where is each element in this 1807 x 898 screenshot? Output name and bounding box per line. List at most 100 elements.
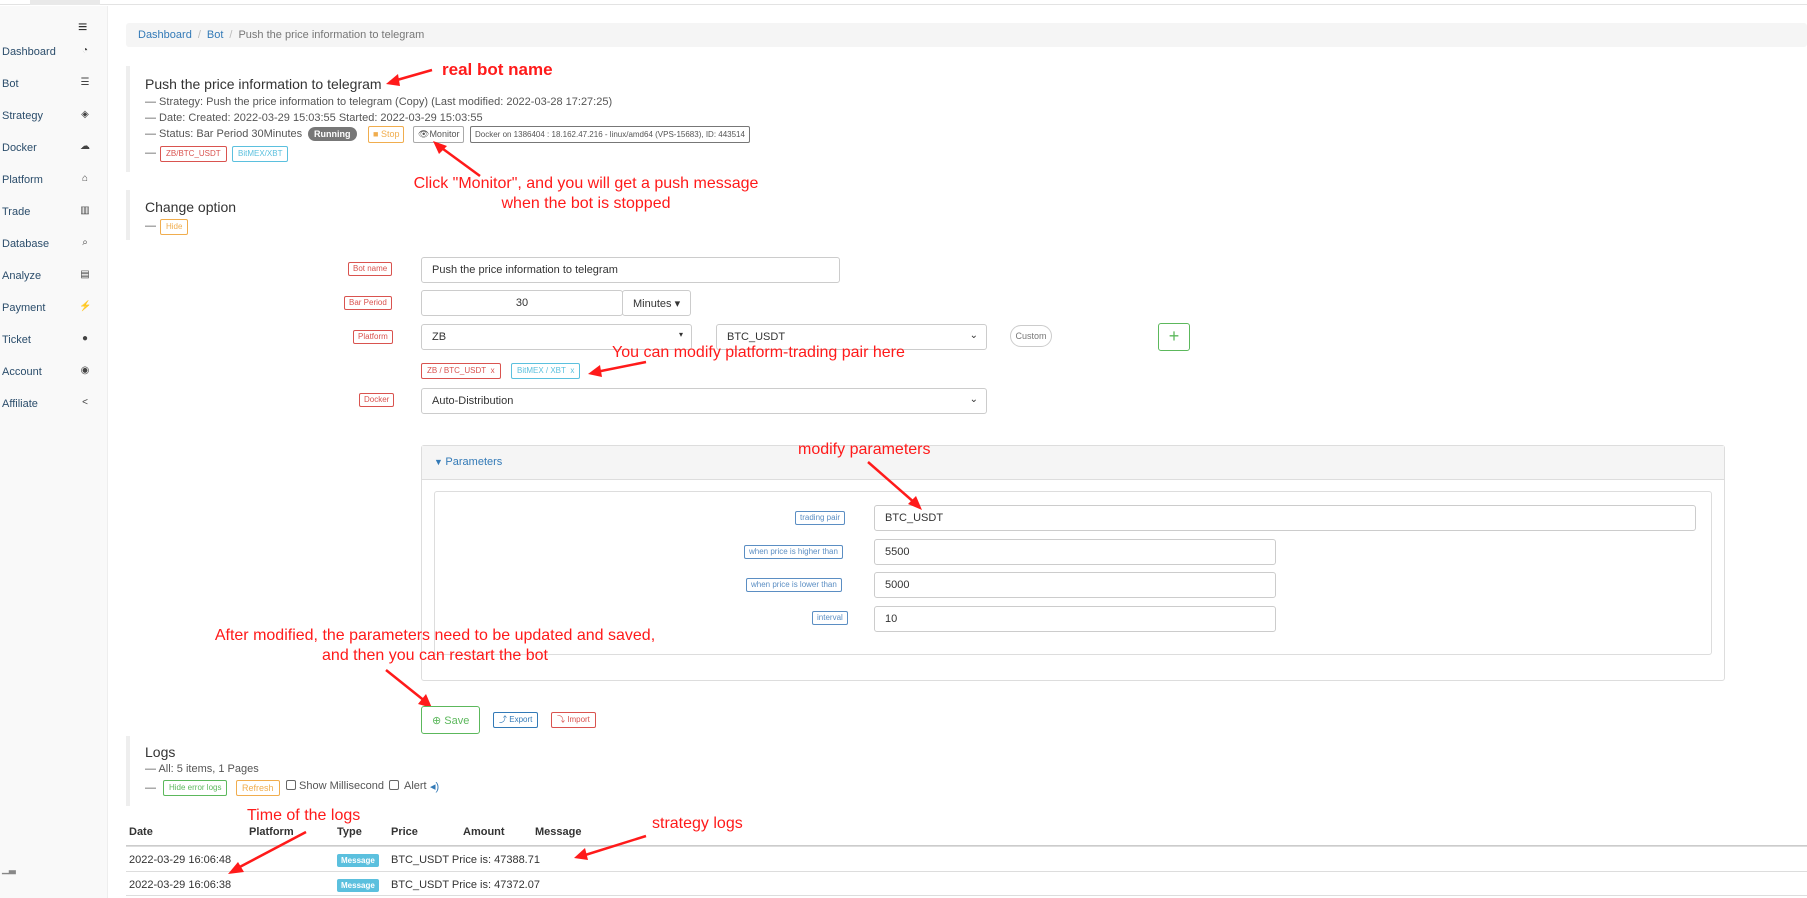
pair-chip: BitMEX / XBT x — [511, 363, 581, 379]
dash: — — [145, 147, 156, 159]
save-button[interactable]: ⊕ Save — [421, 706, 481, 734]
hide-error-logs-button[interactable]: Hide error logs — [163, 780, 228, 796]
annotation-save-line1: After modified, the parameters need to b… — [214, 627, 656, 644]
sidebar-item-payment[interactable]: Payment ⚡ — [0, 300, 100, 320]
list-icon: ☰ — [80, 77, 90, 88]
hamburger-icon[interactable]: ≡ — [78, 19, 87, 37]
sidebar-item-docker[interactable]: Docker ☁ — [0, 140, 100, 160]
sidebar-item-analyze[interactable]: Analyze ▤ — [0, 268, 100, 288]
top-bar — [0, 0, 1807, 5]
sidebar-item-label: Bot — [2, 78, 19, 90]
stop-button[interactable]: ■ Stop — [368, 126, 405, 143]
sidebar-item-label: Analyze — [2, 270, 42, 282]
log-date: 2022-03-29 16:06:48 — [129, 854, 232, 866]
logs-title: Logs — [145, 744, 176, 760]
param-lower-input[interactable]: 5000 — [874, 572, 1276, 598]
sidebar-item-label: Platform — [2, 174, 43, 186]
docker-value: Auto-Distribution — [432, 395, 514, 407]
param-label: when price is lower than — [746, 578, 842, 592]
sidebar-item-database[interactable]: Database ⌕ — [0, 236, 100, 256]
search-icon: ⌕ — [82, 237, 88, 248]
sidebar-item-dashboard[interactable]: Dashboard ◔ — [0, 44, 100, 64]
param-higher-input[interactable]: 5500 — [874, 539, 1276, 565]
alert-checkbox[interactable] — [389, 780, 399, 790]
sidebar-item-account[interactable]: Account ◉ — [0, 364, 100, 384]
sidebar-item-label: Payment — [2, 302, 46, 314]
export-button[interactable]: ⤴ Export — [493, 712, 539, 728]
calculator-icon: ▤ — [80, 269, 90, 280]
log-date: 2022-03-29 16:06:38 — [129, 879, 232, 891]
close-icon[interactable]: x — [570, 366, 574, 375]
bank-icon: ⌂ — [81, 173, 89, 184]
share-icon: < — [82, 397, 88, 408]
refresh-button[interactable]: Refresh — [236, 780, 280, 796]
log-message: BTC_USDT Price is: 47372.07 — [391, 879, 540, 891]
annotation-arrow — [228, 830, 307, 874]
table-row: 2022-03-29 16:06:38 Message BTC_USDT Pri… — [126, 871, 1807, 896]
annotation-modify-params: modify parameters — [798, 441, 931, 458]
log-type-badge: Message — [337, 879, 379, 892]
sidebar-item-strategy[interactable]: Strategy ◈ — [0, 108, 100, 128]
breadcrumb-separator: / — [197, 29, 201, 41]
stop-label: Stop — [380, 129, 400, 139]
table-row: 2022-03-29 16:06:48 Message BTC_USDT Pri… — [126, 846, 1807, 871]
status-line: — Status: Bar Period 30Minutes — [145, 128, 303, 140]
parameters-title-label: Parameters — [445, 456, 503, 468]
status-badge: Running — [308, 127, 357, 141]
sidebar: ≡ Dashboard ◔ Bot ☰ Strategy ◈ Docker ☁ Plat… — [0, 6, 108, 898]
import-button[interactable]: ⤵ Import — [551, 712, 596, 728]
section-bar — [126, 190, 130, 240]
custom-toggle[interactable]: Custom — [1010, 325, 1052, 347]
comment-icon: ● — [81, 333, 89, 344]
annotation-arrow — [386, 68, 433, 86]
parameters-header[interactable]: ▼ Parameters — [422, 446, 1724, 480]
annotation-arrow — [574, 834, 647, 860]
import-icon: ⤵ — [557, 715, 568, 724]
sidebar-item-ticket[interactable]: Ticket ● — [0, 332, 100, 352]
logs-summary: — All: 5 items, 1 Pages — [145, 763, 259, 775]
col-price: Price — [391, 826, 418, 838]
close-icon[interactable]: x — [491, 366, 495, 375]
sidebar-item-label: Docker — [2, 142, 37, 154]
annotation-arrow — [867, 461, 922, 510]
import-label: Import — [567, 715, 590, 724]
tab-indicator — [30, 0, 100, 5]
save-label: Save — [444, 715, 470, 727]
user-circle-icon: ◉ — [80, 365, 90, 376]
speaker-icon: ◂) — [430, 781, 440, 793]
sidebar-item-bot[interactable]: Bot ☰ — [0, 76, 100, 96]
breadcrumb: Dashboard / Bot / Push the price information… — [126, 23, 1807, 47]
col-date: Date — [129, 826, 153, 838]
param-trading-pair-input[interactable]: BTC_USDT — [874, 505, 1696, 531]
pair-chip-label: ZB / BTC_USDT — [427, 366, 487, 375]
bar-period-input[interactable]: 30 — [421, 290, 623, 316]
show-ms-checkbox[interactable] — [286, 780, 296, 790]
sidebar-item-trade[interactable]: Trade ▥ — [0, 204, 100, 224]
annotation-real-bot-name: real bot name — [442, 60, 553, 79]
stop-icon: ■ — [373, 129, 381, 139]
param-label: trading pair — [795, 511, 846, 525]
sidebar-item-affiliate[interactable]: Affiliate < — [0, 396, 100, 416]
docker-select[interactable]: Auto-Distribution ⌄ — [421, 388, 987, 414]
bot-name-input[interactable]: Push the price information to telegram — [421, 257, 840, 283]
param-interval-input[interactable]: 10 — [874, 606, 1276, 632]
bar-period-unit-dropdown[interactable]: Minutes ▾ — [622, 290, 691, 316]
sidebar-item-label: Database — [2, 238, 50, 250]
add-pair-button[interactable]: + — [1158, 323, 1190, 351]
breadcrumb-bot[interactable]: Bot — [207, 29, 224, 41]
annotation-time-logs: Time of the logs — [247, 807, 361, 824]
annotation-pair-hint: You can modify platform-trading pair her… — [612, 344, 905, 361]
col-amount: Amount — [463, 826, 505, 838]
hide-button[interactable]: Hide — [160, 219, 189, 235]
dash: — — [145, 220, 156, 232]
pair-tag: ZB/BTC_USDT — [160, 146, 227, 162]
platform-value: ZB — [432, 331, 447, 343]
bar-period-label: Bar Period — [344, 296, 392, 310]
sidebar-item-platform[interactable]: Platform ⌂ — [0, 172, 100, 192]
annotation-strategy-logs: strategy logs — [652, 815, 743, 832]
sidebar-item-label: Strategy — [2, 110, 43, 122]
breadcrumb-dashboard[interactable]: Dashboard — [138, 29, 192, 41]
parameters-title[interactable]: ▼ Parameters — [434, 456, 502, 468]
platform-label: Platform — [353, 330, 393, 344]
date-line: — Date: Created: 2022-03-29 15:03:55 Sta… — [145, 112, 483, 124]
